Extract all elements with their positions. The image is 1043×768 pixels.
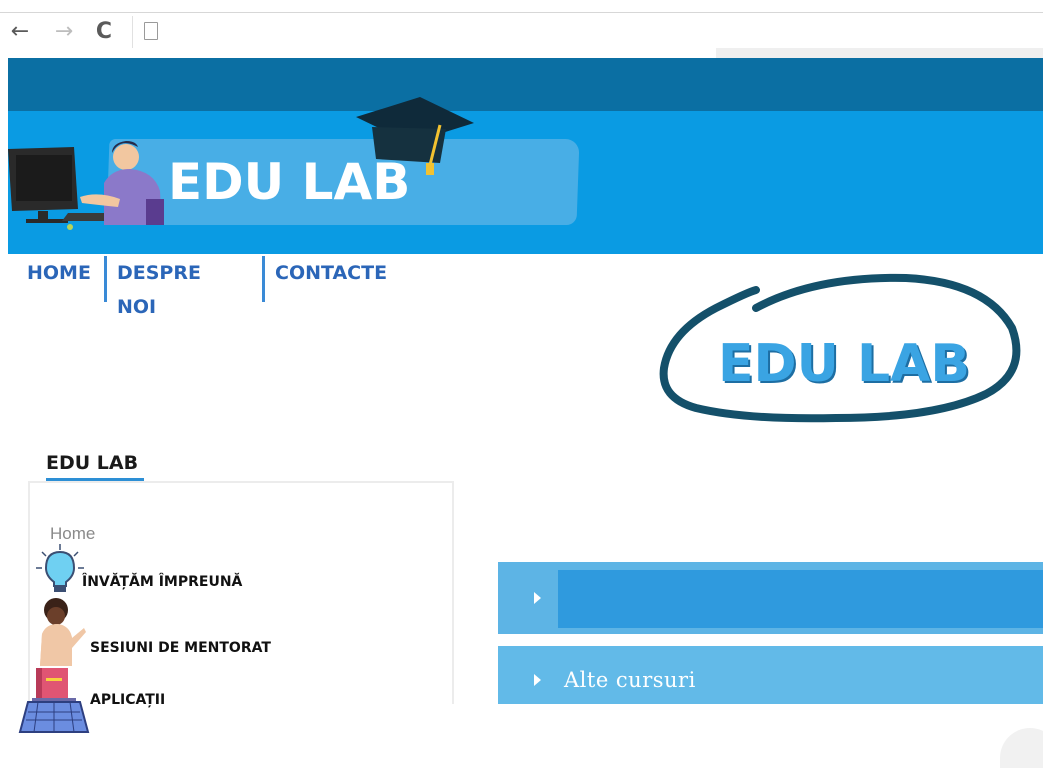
- accordion-item[interactable]: [498, 562, 1043, 634]
- toolbar-strip: [716, 48, 1043, 58]
- back-arrow-icon[interactable]: ←: [8, 20, 32, 44]
- menu-item-invatam-impreuna[interactable]: ÎNVĂȚĂM ÎMPREUNĂ: [82, 574, 242, 590]
- student-computer-icon: [8, 141, 164, 230]
- accordion-header-bar: [558, 570, 1043, 628]
- header-top-band: [8, 58, 1043, 111]
- lightbulb-icon: [36, 544, 84, 592]
- menu-item-aplicatii[interactable]: APLICAȚII: [90, 692, 165, 708]
- toolbar-divider: [0, 12, 1043, 13]
- logo-text: EDU LAB: [718, 334, 971, 394]
- header-title[interactable]: EDU LAB: [168, 153, 410, 211]
- page-icon: [144, 22, 158, 40]
- site-header: EDU LAB: [8, 97, 1043, 254]
- nav-item-despre-noi[interactable]: DESPRE NOI: [108, 256, 201, 318]
- address-bar[interactable]: [132, 16, 1043, 48]
- nav-divider: [262, 256, 265, 302]
- sidebar-widget: [28, 481, 454, 723]
- widget-home-link[interactable]: Home: [50, 524, 95, 544]
- menu-item-sesiuni-de-mentorat[interactable]: SESIUNI DE MENTORAT: [90, 640, 271, 656]
- accordion-item-alte-cursuri[interactable]: Alte cursuri: [498, 646, 1043, 704]
- nav-item-contacte[interactable]: CONTACTE: [266, 256, 387, 302]
- nav-item-home[interactable]: HOME: [18, 256, 91, 302]
- accordion-item-label: Alte cursuri: [564, 668, 696, 692]
- reload-icon[interactable]: C: [92, 20, 116, 44]
- page-bottom-area: [450, 704, 1043, 743]
- caret-right-icon: [534, 674, 541, 686]
- widget-title: EDU LAB: [46, 452, 139, 474]
- browser-toolbar: ← → C: [0, 0, 1043, 58]
- mentor-avatar-icon: [40, 598, 86, 666]
- edu-lab-logo: EDU LAB: [656, 268, 1026, 438]
- caret-right-icon: [534, 592, 541, 604]
- nav-divider: [104, 256, 107, 302]
- laptop-book-icon: [18, 668, 90, 733]
- forward-arrow-icon[interactable]: →: [52, 20, 76, 44]
